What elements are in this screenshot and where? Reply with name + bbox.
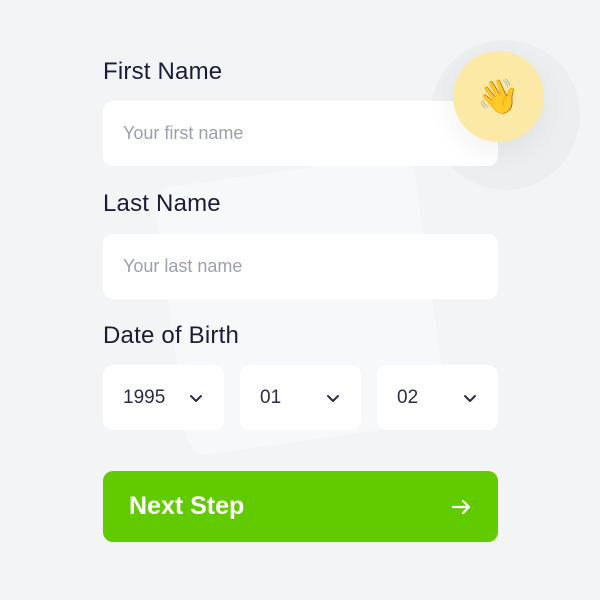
first-name-input[interactable]: Your first name: [103, 101, 498, 166]
last-name-input[interactable]: Your last name: [103, 234, 498, 299]
next-step-label: Next Step: [129, 492, 245, 520]
date-of-birth-label: Date of Birth: [103, 322, 239, 349]
month-select-value: 01: [260, 386, 282, 408]
year-select-value: 1995: [123, 386, 166, 408]
month-select[interactable]: 01: [240, 365, 361, 430]
day-select-value: 02: [397, 386, 419, 408]
wave-emoji: 👋: [477, 77, 520, 116]
day-select[interactable]: 02: [377, 365, 498, 430]
last-name-label: Last Name: [103, 190, 221, 217]
next-step-button[interactable]: Next Step: [103, 471, 498, 542]
chevron-down-icon: [464, 394, 476, 402]
year-select[interactable]: 1995: [103, 365, 224, 430]
first-name-label: First Name: [103, 58, 223, 85]
chevron-down-icon: [190, 394, 202, 402]
arrow-right-icon: [451, 499, 471, 514]
chevron-down-icon: [327, 394, 339, 402]
waving-hand-icon: 👋: [453, 51, 544, 142]
